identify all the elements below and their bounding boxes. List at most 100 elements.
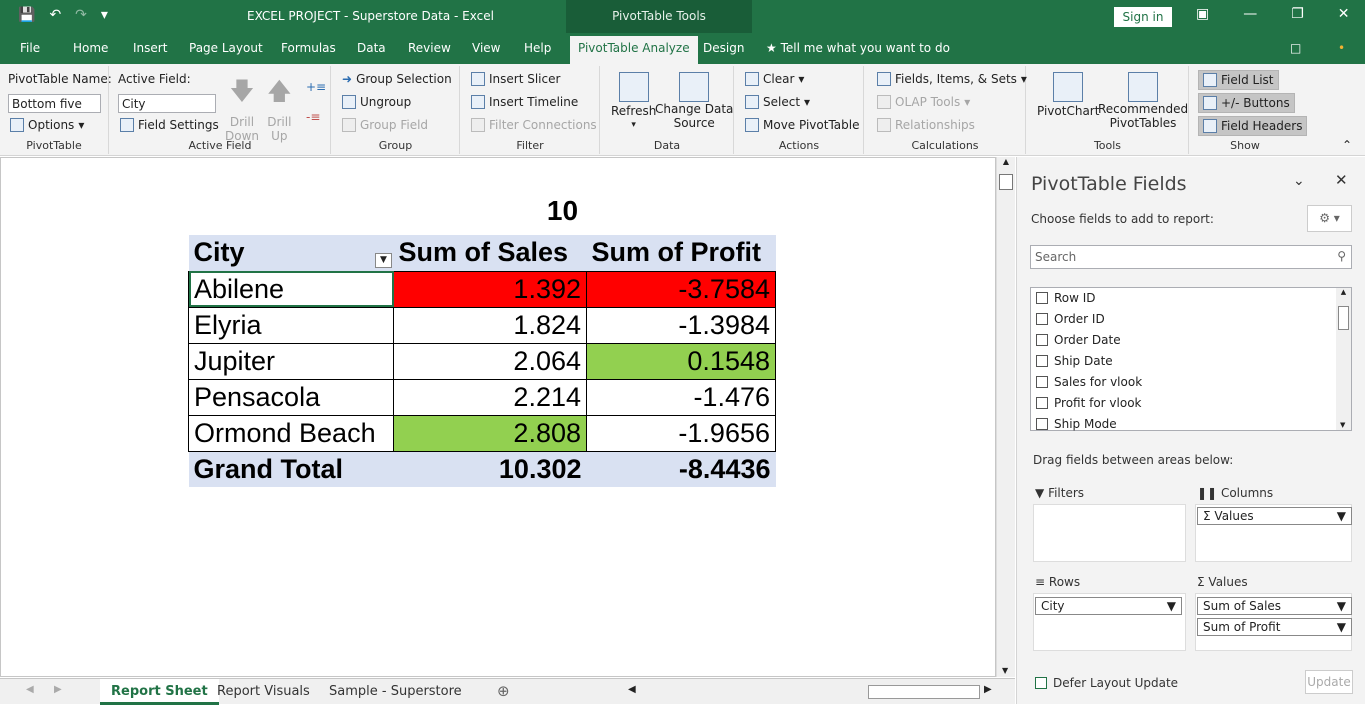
select-button[interactable]: Select ▾ — [745, 95, 810, 109]
customize-qat-icon[interactable]: ▾ — [101, 7, 108, 23]
tab-page-layout[interactable]: Page Layout — [189, 41, 263, 55]
scroll-thumb[interactable] — [1338, 306, 1349, 330]
field-checkbox[interactable] — [1036, 313, 1048, 325]
sales-cell[interactable]: 1.392 — [393, 270, 587, 308]
list-item[interactable]: Order ID — [1036, 312, 1105, 326]
defer-layout-update-checkbox[interactable]: Defer Layout Update — [1035, 676, 1178, 690]
field-settings-button[interactable]: Field Settings — [120, 118, 219, 132]
checkbox[interactable] — [1035, 677, 1047, 689]
comments-icon[interactable]: □ — [1290, 41, 1301, 55]
tab-scroll-left-icon[interactable]: ◀ — [26, 684, 34, 695]
sheet-tab-report-visuals[interactable]: Report Visuals — [206, 679, 321, 705]
list-item[interactable]: Ship Mode — [1036, 417, 1117, 431]
tab-review[interactable]: Review — [408, 41, 451, 55]
restore-icon[interactable]: ❐ — [1291, 6, 1304, 22]
field-checkbox[interactable] — [1036, 334, 1048, 346]
columns-values-pill[interactable]: Σ Values ▼ — [1197, 507, 1352, 525]
sheet-tab-sample-superstore[interactable]: Sample - Superstore — [318, 679, 473, 705]
list-item[interactable]: Row ID — [1036, 291, 1096, 305]
scroll-thumb[interactable] — [999, 174, 1013, 190]
options-button[interactable]: Options ▾ — [10, 118, 84, 132]
city-filter-icon[interactable]: ▼ — [375, 253, 392, 268]
header-sum-of-profit[interactable]: Sum of Profit — [586, 235, 776, 271]
tab-design[interactable]: Design — [703, 41, 744, 55]
refresh-button[interactable]: Refresh ▾ — [611, 72, 656, 130]
vertical-scrollbar[interactable]: ▲ ▼ — [996, 157, 1015, 677]
city-cell[interactable]: Jupiter — [188, 342, 394, 380]
sign-in-button[interactable]: Sign in — [1114, 7, 1172, 27]
sales-cell[interactable]: 2.064 — [393, 342, 587, 380]
buttons-toggle[interactable]: +/- Buttons — [1198, 93, 1295, 113]
city-cell[interactable]: Ormond Beach — [188, 414, 394, 452]
filters-area[interactable] — [1033, 504, 1186, 562]
olap-tools-button[interactable]: OLAP Tools ▾ — [877, 95, 970, 109]
header-city[interactable]: City — [188, 235, 394, 271]
sales-cell[interactable]: 2.214 — [393, 378, 587, 416]
sales-cell[interactable]: 2.808 — [393, 414, 587, 452]
field-list-toggle[interactable]: Field List — [1198, 70, 1279, 90]
sales-cell[interactable]: 1.824 — [393, 306, 587, 344]
rows-city-pill[interactable]: City ▼ — [1035, 597, 1182, 615]
tab-formulas[interactable]: Formulas — [281, 41, 336, 55]
scroll-down-icon[interactable]: ▼ — [1002, 666, 1008, 675]
scroll-down-icon[interactable]: ▼ — [1340, 421, 1345, 429]
scroll-up-icon[interactable]: ▲ — [1336, 288, 1351, 296]
drill-up-button[interactable]: 🡅 Drill Up — [267, 74, 292, 143]
hscroll-right-icon[interactable]: ▶ — [984, 684, 992, 695]
move-pivottable-button[interactable]: Move PivotTable — [745, 118, 859, 132]
filter-connections-button[interactable]: Filter Connections — [471, 118, 597, 132]
values-sum-of-sales-pill[interactable]: Sum of Sales ▼ — [1197, 597, 1352, 615]
tab-data[interactable]: Data — [357, 41, 386, 55]
header-sum-of-sales[interactable]: Sum of Sales — [393, 235, 587, 271]
update-button[interactable]: Update — [1305, 670, 1353, 694]
save-icon[interactable]: 💾 — [18, 7, 35, 23]
field-list-scrollbar[interactable]: ▲ ▼ — [1336, 288, 1351, 430]
tab-view[interactable]: View — [472, 41, 500, 55]
list-item[interactable]: Profit for vlook — [1036, 396, 1142, 410]
field-checkbox[interactable] — [1036, 376, 1048, 388]
tab-pivottable-analyze[interactable]: PivotTable Analyze — [570, 36, 698, 64]
profit-cell[interactable]: -1.3984 — [586, 306, 776, 344]
change-data-source-button[interactable]: Change Data Source — [655, 72, 733, 130]
redo-icon[interactable]: ↷ — [75, 7, 87, 23]
tab-scroll-right-icon[interactable]: ▶ — [54, 684, 62, 695]
city-cell[interactable]: Elyria — [188, 306, 394, 344]
field-checkbox[interactable] — [1036, 397, 1048, 409]
group-selection-button[interactable]: ➜ Group Selection — [342, 72, 452, 86]
profit-cell[interactable]: -3.7584 — [586, 270, 776, 308]
expand-field-icon[interactable]: +≡ — [306, 80, 326, 94]
insert-slicer-button[interactable]: Insert Slicer — [471, 72, 560, 86]
scroll-up-icon[interactable]: ▲ — [997, 157, 1015, 166]
pivottable-name-input[interactable]: Bottom five — [8, 94, 101, 113]
top-count-cell[interactable]: 10 — [500, 195, 625, 227]
pane-close-icon[interactable]: ✕ — [1335, 171, 1348, 189]
drill-down-button[interactable]: 🡇 Drill Down — [225, 74, 259, 143]
ribbon-display-icon[interactable]: ▣ — [1196, 6, 1209, 22]
collapse-ribbon-icon[interactable]: ⌃ — [1342, 138, 1352, 152]
grand-total-sales[interactable]: 10.302 — [393, 451, 587, 487]
tab-help[interactable]: Help — [524, 41, 551, 55]
values-sum-of-profit-pill[interactable]: Sum of Profit ▼ — [1197, 618, 1352, 636]
relationships-button[interactable]: Relationships — [877, 118, 975, 132]
profit-cell[interactable]: -1.476 — [586, 378, 776, 416]
field-checkbox[interactable] — [1036, 292, 1048, 304]
tab-insert[interactable]: Insert — [133, 41, 167, 55]
profit-cell[interactable]: -1.9656 — [586, 414, 776, 452]
field-checkbox[interactable] — [1036, 418, 1048, 430]
fields-items-sets-button[interactable]: Fields, Items, & Sets ▾ — [877, 72, 1027, 86]
collapse-field-icon[interactable]: -≡ — [306, 110, 320, 124]
sheet-tab-report-sheet[interactable]: Report Sheet — [100, 679, 219, 705]
group-field-button[interactable]: Group Field — [342, 118, 428, 132]
gear-icon[interactable]: ⚙ ▾ — [1307, 205, 1352, 232]
list-item[interactable]: Ship Date — [1036, 354, 1113, 368]
add-sheet-icon[interactable]: ⊕ — [497, 682, 510, 700]
insert-timeline-button[interactable]: Insert Timeline — [471, 95, 578, 109]
grand-total-label[interactable]: Grand Total — [188, 451, 394, 487]
horizontal-scroll-thumb[interactable] — [868, 685, 980, 699]
field-headers-toggle[interactable]: Field Headers — [1198, 116, 1308, 136]
undo-icon[interactable]: ↶ — [49, 7, 61, 23]
grand-total-profit[interactable]: -8.4436 — [586, 451, 776, 487]
tell-me-box[interactable]: ★ Tell me what you want to do — [766, 41, 950, 55]
tab-home[interactable]: Home — [73, 41, 108, 55]
list-item[interactable]: Sales for vlook — [1036, 375, 1142, 389]
